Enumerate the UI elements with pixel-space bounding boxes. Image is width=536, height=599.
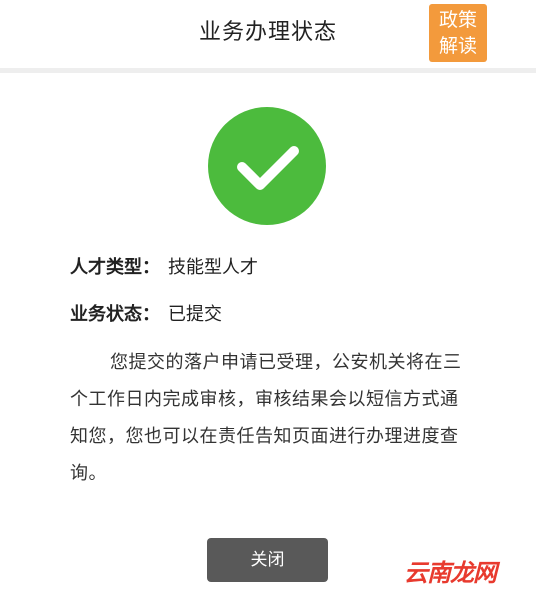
success-status-icon	[208, 107, 326, 225]
header-bar: 业务办理状态 政策 解读	[0, 0, 536, 66]
talent-type-value: 技能型人才	[168, 257, 258, 278]
header-divider	[0, 68, 536, 73]
checkmark-icon	[237, 146, 299, 190]
watermark-logo: 云南龙网	[404, 559, 497, 587]
close-button[interactable]: 关闭	[207, 538, 328, 582]
policy-button-line1: 政策	[438, 9, 477, 31]
business-status-value: 已提交	[168, 304, 222, 325]
business-status-row: 业务状态： 已提交	[70, 300, 222, 326]
policy-interpretation-button[interactable]: 政策 解读	[429, 4, 487, 62]
business-status-label: 业务状态：	[70, 304, 160, 325]
talent-type-row: 人才类型： 技能型人才	[70, 253, 258, 279]
notice-text: 您提交的落户申请已受理，公安机关将在三个工作日内完成审核，审核结果会以短信方式通…	[70, 352, 462, 484]
policy-button-line2: 解读	[438, 35, 477, 57]
talent-type-label: 人才类型：	[70, 257, 160, 278]
